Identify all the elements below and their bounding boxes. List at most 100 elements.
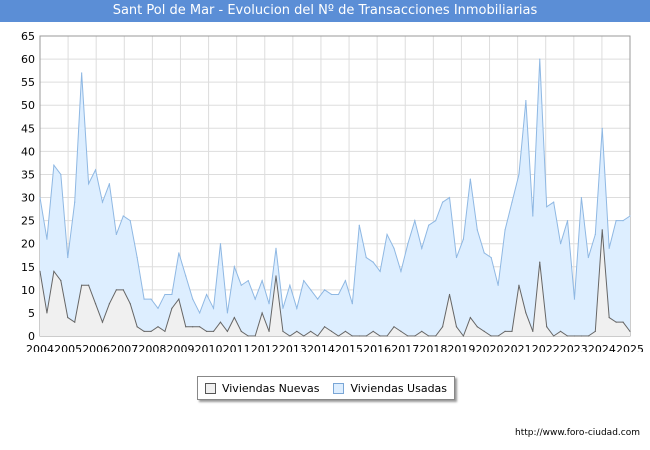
series-nuevas-point (511, 330, 513, 332)
source-url[interactable]: http://www.foro-ciudad.com (515, 428, 640, 438)
series-nuevas-point (421, 330, 423, 332)
series-usadas-point (629, 215, 631, 217)
series-nuevas-point (317, 335, 319, 337)
series-usadas-point (143, 298, 145, 300)
series-nuevas-point (469, 316, 471, 319)
y-tick-label: 30 (21, 192, 35, 205)
series-nuevas-point (490, 335, 492, 337)
series-nuevas-point (60, 280, 62, 282)
series-nuevas-point (108, 303, 111, 305)
series-usadas-point (525, 100, 527, 102)
series-usadas-point (365, 256, 367, 259)
y-tick-label: 5 (28, 307, 35, 320)
series-usadas-point (414, 220, 416, 222)
series-nuevas-point (428, 335, 430, 337)
series-usadas-point (67, 256, 69, 259)
series-nuevas-point (136, 326, 138, 328)
series-nuevas-point (351, 335, 353, 337)
series-nuevas-point (247, 335, 249, 337)
series-nuevas-point (171, 307, 173, 309)
x-tick-label: 2005 (54, 343, 82, 352)
y-tick-label: 40 (21, 145, 35, 158)
series-usadas-point (351, 303, 353, 305)
x-tick-label: 2019 (447, 343, 475, 352)
series-usadas-point (199, 312, 201, 314)
series-nuevas-point (337, 335, 340, 337)
series-usadas-point (455, 256, 458, 259)
series-nuevas-point (261, 312, 263, 314)
series-usadas-point (511, 201, 513, 203)
series-usadas-point (469, 178, 471, 180)
series-usadas-point (129, 220, 131, 222)
series-usadas-point (435, 220, 437, 222)
series-usadas-point (490, 256, 492, 259)
series-usadas-point (330, 293, 333, 296)
series-usadas-point (587, 256, 589, 259)
series-usadas-point (39, 196, 41, 199)
series-nuevas-point (129, 303, 131, 305)
series-nuevas-point (101, 321, 104, 323)
series-usadas-point (53, 164, 55, 166)
x-tick-label: 2008 (138, 343, 166, 352)
series-usadas-point (268, 303, 270, 305)
y-tick-label: 20 (21, 238, 35, 251)
series-nuevas-point (199, 326, 201, 328)
series-nuevas-point (601, 229, 603, 231)
series-usadas-point (622, 220, 624, 222)
series-usadas-point (282, 307, 284, 309)
series-usadas-point (94, 169, 97, 171)
legend: Viviendas Nuevas Viviendas Usadas (197, 376, 455, 400)
series-usadas-point (344, 280, 347, 282)
legend-item-nuevas: Viviendas Nuevas (204, 382, 320, 395)
series-nuevas-point (157, 326, 159, 328)
series-usadas-point (407, 243, 409, 245)
x-tick-label: 2020 (476, 343, 504, 352)
series-usadas-point (254, 298, 256, 300)
series-nuevas-point (74, 321, 76, 323)
series-nuevas-point (226, 330, 229, 332)
x-tick-label: 2023 (560, 343, 588, 352)
x-tick-label: 2015 (335, 343, 363, 352)
y-axis: 0 5 10 15 20 25 30 35 40 45 50 55 60 65 (21, 30, 35, 343)
series-nuevas-point (365, 335, 367, 337)
series-usadas-point (46, 238, 48, 240)
series-nuevas-point (178, 298, 180, 300)
series-nuevas-point (587, 335, 589, 337)
series-nuevas-point (67, 316, 69, 319)
series-usadas-point (504, 229, 506, 231)
series-usadas-point (150, 298, 152, 300)
series-nuevas-point (268, 330, 270, 332)
series-usadas-point (559, 243, 562, 245)
series-usadas-point (101, 201, 104, 203)
series-nuevas-point (122, 289, 124, 291)
series-nuevas-point (53, 270, 55, 272)
series-usadas-point (553, 201, 555, 203)
series-usadas-point (358, 224, 360, 226)
series-nuevas-point (497, 335, 499, 337)
series-usadas-point (372, 261, 374, 263)
y-tick-label: 45 (21, 122, 35, 135)
series-nuevas-point (455, 326, 458, 328)
legend-swatch-usadas (333, 382, 345, 394)
series-nuevas-point (546, 326, 548, 328)
series-nuevas-point (400, 330, 402, 332)
series-usadas-point (261, 280, 263, 282)
series-usadas-point (539, 58, 541, 60)
series-usadas-point (108, 183, 111, 185)
series-nuevas-point (622, 321, 624, 323)
series-nuevas-point (594, 330, 596, 332)
series-usadas-point (379, 270, 381, 272)
series-usadas-point (462, 238, 465, 240)
series-nuevas-point (94, 303, 97, 305)
series-nuevas-point (615, 321, 617, 323)
series-usadas-point (310, 289, 312, 291)
series-nuevas-point (212, 330, 215, 332)
x-tick-label: 2021 (504, 343, 532, 352)
series-usadas-point (171, 293, 173, 296)
series-nuevas-point (205, 330, 208, 332)
series-nuevas-point (483, 330, 485, 332)
x-tick-label: 2010 (195, 343, 223, 352)
series-nuevas-point (115, 289, 117, 291)
series-nuevas-point (476, 326, 478, 328)
series-usadas-point (400, 270, 402, 272)
